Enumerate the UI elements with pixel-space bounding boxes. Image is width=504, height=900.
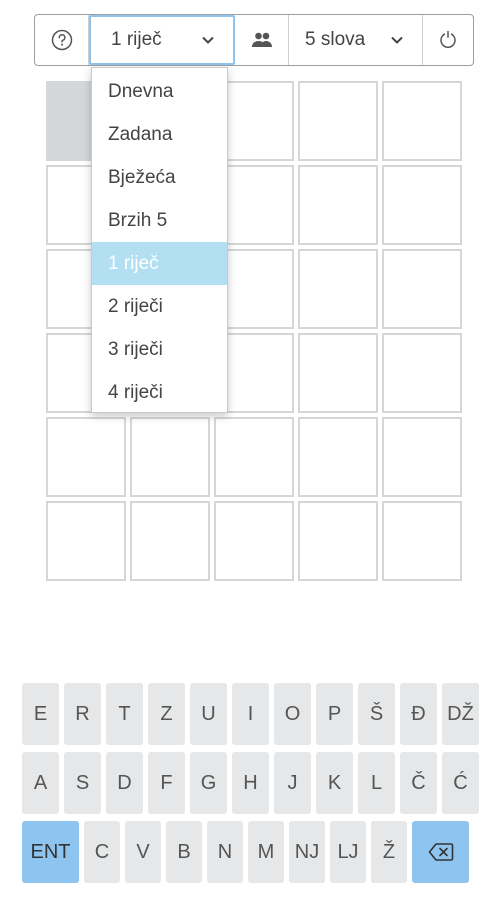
key[interactable]: T bbox=[106, 683, 143, 745]
keyboard-row-2: ASDFGHJKLČĆ bbox=[22, 752, 479, 814]
key[interactable]: R bbox=[64, 683, 101, 745]
key[interactable]: F bbox=[148, 752, 185, 814]
enter-key[interactable]: ENT bbox=[22, 821, 79, 883]
key[interactable]: I bbox=[232, 683, 269, 745]
key[interactable]: NJ bbox=[289, 821, 325, 883]
key[interactable]: P bbox=[316, 683, 353, 745]
key[interactable]: V bbox=[125, 821, 161, 883]
board-cell[interactable] bbox=[382, 165, 462, 245]
question-circle-icon bbox=[51, 29, 72, 51]
backspace-key[interactable] bbox=[412, 821, 469, 883]
board-cell[interactable] bbox=[130, 417, 210, 497]
dropdown-option[interactable]: 3 riječi bbox=[92, 328, 227, 371]
board-cell[interactable] bbox=[298, 249, 378, 329]
key[interactable]: Ž bbox=[371, 821, 407, 883]
board-cell[interactable] bbox=[298, 333, 378, 413]
dropdown-option[interactable]: 1 riječ bbox=[92, 242, 227, 285]
toolbar: 1 riječ 5 slova bbox=[34, 14, 474, 66]
dropdown-option[interactable]: Zadana bbox=[92, 113, 227, 156]
board-cell[interactable] bbox=[298, 81, 378, 161]
board-cell[interactable] bbox=[130, 501, 210, 581]
refresh-icon bbox=[440, 30, 456, 48]
mode-dropdown-menu: Dnevna Zadana Bježeća Brzih 51 riječ 2 riječ… bbox=[91, 67, 228, 413]
key[interactable]: E bbox=[22, 683, 59, 745]
key[interactable]: Š bbox=[358, 683, 395, 745]
backspace-icon bbox=[428, 843, 453, 861]
key[interactable]: Č bbox=[400, 752, 437, 814]
key[interactable]: Z bbox=[148, 683, 185, 745]
mode-select[interactable]: 1 riječ bbox=[89, 15, 235, 65]
chevron-down-icon bbox=[391, 36, 403, 44]
key[interactable]: O bbox=[274, 683, 311, 745]
key[interactable]: H bbox=[232, 752, 269, 814]
dropdown-option[interactable]: 4 riječi bbox=[92, 371, 227, 414]
key[interactable]: L bbox=[358, 752, 395, 814]
board-cell[interactable] bbox=[214, 501, 294, 581]
key[interactable]: LJ bbox=[330, 821, 366, 883]
key[interactable]: S bbox=[64, 752, 101, 814]
board-cell[interactable] bbox=[382, 417, 462, 497]
dropdown-option[interactable]: Bježeća bbox=[92, 156, 227, 199]
board-cell[interactable] bbox=[298, 417, 378, 497]
dropdown-option[interactable]: 2 riječi bbox=[92, 285, 227, 328]
key[interactable]: N bbox=[207, 821, 243, 883]
key[interactable]: Ć bbox=[442, 752, 479, 814]
key[interactable]: M bbox=[248, 821, 284, 883]
key[interactable]: J bbox=[274, 752, 311, 814]
key[interactable]: DŽ bbox=[442, 683, 479, 745]
board-cell[interactable] bbox=[382, 249, 462, 329]
board-cell[interactable] bbox=[46, 501, 126, 581]
letters-select-value: 5 slova bbox=[305, 29, 366, 50]
dropdown-option[interactable]: Dnevna bbox=[92, 70, 227, 113]
key[interactable]: G bbox=[190, 752, 227, 814]
multiplayer-button[interactable] bbox=[235, 15, 289, 65]
mode-select-value: 1 riječ bbox=[111, 29, 162, 50]
board-cell[interactable] bbox=[46, 417, 126, 497]
board-cell[interactable] bbox=[214, 417, 294, 497]
board-cell[interactable] bbox=[298, 165, 378, 245]
key[interactable]: B bbox=[166, 821, 202, 883]
key[interactable]: Đ bbox=[400, 683, 437, 745]
key[interactable]: C bbox=[84, 821, 120, 883]
chevron-down-icon bbox=[202, 36, 214, 44]
reset-button[interactable] bbox=[423, 15, 473, 65]
board-cell[interactable] bbox=[382, 81, 462, 161]
key[interactable]: U bbox=[190, 683, 227, 745]
people-icon bbox=[251, 32, 272, 47]
dropdown-option[interactable]: Brzih 5 bbox=[92, 199, 227, 242]
key[interactable]: D bbox=[106, 752, 143, 814]
help-button[interactable] bbox=[35, 15, 89, 65]
key[interactable]: A bbox=[22, 752, 59, 814]
board-cell[interactable] bbox=[298, 501, 378, 581]
board-cell[interactable] bbox=[382, 501, 462, 581]
board-cell[interactable] bbox=[382, 333, 462, 413]
keyboard-row-1: E R T Z U I O P Š Đ DŽ bbox=[22, 683, 479, 745]
keyboard-row-3: ENT C V B N M NJ LJ Ž bbox=[22, 821, 469, 883]
letters-select[interactable]: 5 slova bbox=[289, 15, 423, 65]
key[interactable]: K bbox=[316, 752, 353, 814]
